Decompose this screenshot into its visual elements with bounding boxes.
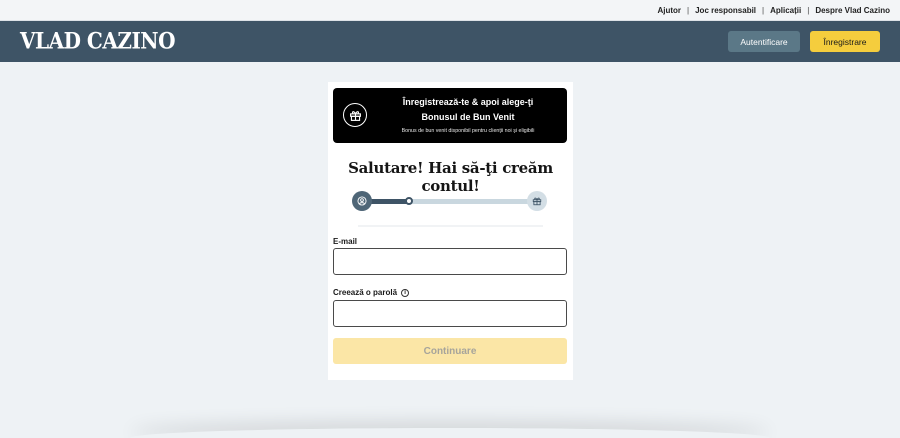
site-logo[interactable]: VLAD CAZINO: [20, 28, 176, 54]
password-label-text: Creează o parolă: [333, 288, 398, 297]
nav-separator: |: [762, 5, 765, 15]
password-field[interactable]: [333, 300, 567, 327]
continue-button[interactable]: Continuare: [333, 338, 567, 364]
welcome-bonus-banner: Înregistrează-te & apoi alege-ţi Bonusul…: [333, 88, 567, 143]
nav-link-apps[interactable]: Aplicații: [770, 6, 801, 15]
gift-icon: [527, 191, 547, 211]
register-button[interactable]: Înregistrare: [810, 31, 880, 52]
nav-link-responsible-gaming[interactable]: Joc responsabil: [695, 6, 756, 15]
progress-midpoint: [405, 197, 413, 205]
login-button[interactable]: Autentificare: [728, 31, 800, 52]
gift-icon: [343, 103, 367, 127]
info-icon[interactable]: i: [401, 288, 410, 297]
footer-shadow: [130, 428, 770, 438]
main-header: VLAD CAZINO Autentificare Înregistrare: [0, 21, 900, 62]
email-field[interactable]: [333, 248, 567, 275]
user-icon: [352, 191, 372, 211]
nav-separator: |: [687, 5, 690, 15]
divider: [358, 225, 543, 227]
promo-title-line1: Înregistrează-te & apoi alege-ţi: [402, 97, 534, 107]
top-utility-nav: Ajutor | Joc responsabil | Aplicații | D…: [0, 0, 900, 21]
password-label: Creează o parolă i: [333, 288, 410, 297]
nav-separator: |: [807, 5, 810, 15]
nav-link-help[interactable]: Ajutor: [657, 6, 681, 15]
registration-progress: [352, 190, 548, 212]
promo-note: Bonus de bun venit disponibil pentru cli…: [401, 128, 535, 134]
email-label-text: E-mail: [333, 237, 358, 246]
registration-card: Înregistrează-te & apoi alege-ţi Bonusul…: [328, 82, 573, 380]
nav-link-about[interactable]: Despre Vlad Cazino: [815, 6, 890, 15]
email-label: E-mail: [333, 237, 357, 246]
promo-title-line2: Bonusul de Bun Venit: [421, 112, 515, 122]
